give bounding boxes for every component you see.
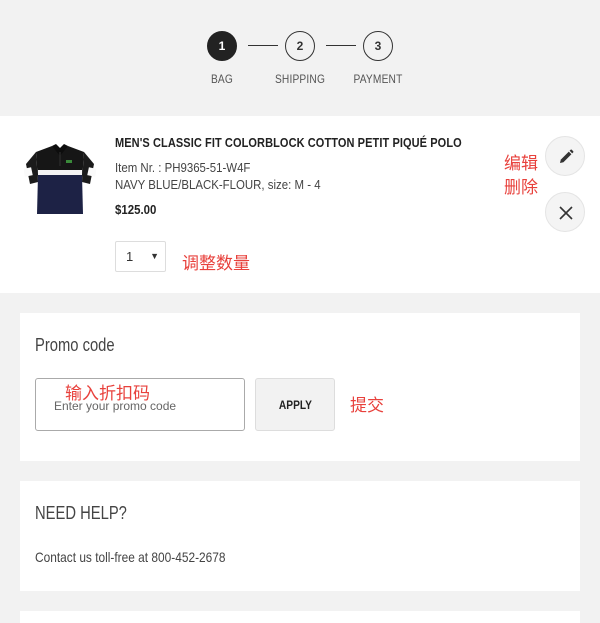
step-label: BAG	[210, 72, 234, 86]
help-section: NEED HELP? Contact us toll-free at 800-4…	[20, 481, 580, 591]
quantity-select[interactable]: 1 ▼	[115, 241, 166, 272]
help-contact[interactable]: Contact us toll-free at 800-452-2678	[35, 549, 226, 565]
step-label: PAYMENT	[353, 72, 403, 86]
polo-shirt-image[interactable]	[23, 142, 97, 218]
checkout-steps: 1 BAG 2 SHIPPING 3 PAYMENT	[0, 0, 600, 116]
product-info: MEN'S CLASSIC FIT COLORBLOCK COTTON PETI…	[115, 136, 495, 217]
annotation-adjust-quantity: 调整数量	[182, 254, 250, 274]
step-label: SHIPPING	[274, 72, 326, 86]
close-icon	[559, 206, 573, 220]
annotation-enter-promo: 输入折扣码	[65, 384, 150, 404]
apply-label: APPLY	[278, 398, 312, 412]
help-title: NEED HELP?	[35, 503, 127, 523]
product-variant: NAVY BLUE/BLACK-FLOUR, size: M - 4	[115, 177, 321, 192]
chevron-down-icon: ▼	[150, 251, 159, 261]
step-shipping[interactable]: 2 SHIPPING	[260, 31, 340, 86]
promo-section: Promo code 输入折扣码 APPLY 提交	[20, 313, 580, 461]
step-payment[interactable]: 3 PAYMENT	[338, 31, 418, 86]
step-bag[interactable]: 1 BAG	[182, 31, 262, 86]
apply-button[interactable]: APPLY	[255, 378, 335, 431]
product-price: $125.00	[115, 202, 157, 217]
quantity-value: 1	[126, 249, 134, 264]
step-number: 2	[285, 31, 315, 61]
pencil-icon	[560, 149, 574, 163]
item-number: Item Nr. : PH9365-51-W4F	[115, 160, 251, 175]
edit-button[interactable]	[545, 136, 585, 176]
annotation-delete: 删除	[504, 178, 538, 198]
next-section	[20, 611, 580, 623]
product-title[interactable]: MEN'S CLASSIC FIT COLORBLOCK COTTON PETI…	[115, 136, 462, 150]
annotation-submit: 提交	[350, 396, 384, 416]
cart-item: MEN'S CLASSIC FIT COLORBLOCK COTTON PETI…	[0, 116, 600, 293]
remove-button[interactable]	[545, 192, 585, 232]
step-number: 1	[207, 31, 237, 61]
annotation-edit: 编辑	[504, 154, 538, 174]
step-number: 3	[363, 31, 393, 61]
promo-title: Promo code	[35, 335, 115, 355]
